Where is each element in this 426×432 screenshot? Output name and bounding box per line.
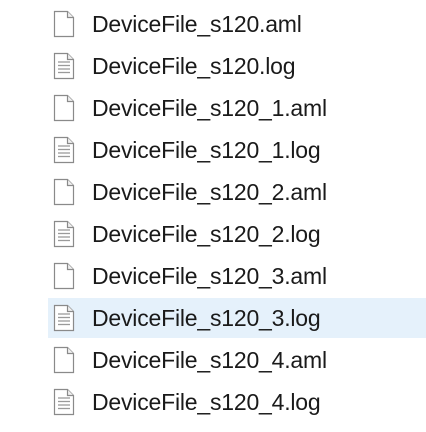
file-row[interactable]: DeviceFile_s120_4.log: [48, 382, 426, 422]
file-row[interactable]: DeviceFile_s120_1.aml: [48, 88, 426, 128]
file-row[interactable]: DeviceFile_s120_3.aml: [48, 256, 426, 296]
text-file-icon: [52, 220, 76, 248]
blank-file-icon: [52, 346, 76, 374]
text-file-icon: [52, 136, 76, 164]
file-name: DeviceFile_s120_2.log: [92, 221, 321, 247]
file-row[interactable]: DeviceFile_s120.log: [48, 46, 426, 86]
file-list: DeviceFile_s120.aml DeviceFile_s120.log …: [0, 0, 426, 432]
file-row[interactable]: DeviceFile_s120_2.log: [48, 214, 426, 254]
file-name: DeviceFile_s120_3.log: [92, 305, 321, 331]
file-name: DeviceFile_s120.aml: [92, 11, 302, 37]
blank-file-icon: [52, 262, 76, 290]
file-name: DeviceFile_s120_4.aml: [92, 347, 327, 373]
file-row[interactable]: DeviceFile_s120_4.aml: [48, 340, 426, 380]
text-file-icon: [52, 388, 76, 416]
file-row[interactable]: DeviceFile_s120_2.aml: [48, 172, 426, 212]
blank-file-icon: [52, 178, 76, 206]
file-name: DeviceFile_s120_1.aml: [92, 95, 327, 121]
file-name: DeviceFile_s120_2.aml: [92, 179, 327, 205]
text-file-icon: [52, 304, 76, 332]
file-name: DeviceFile_s120.log: [92, 53, 296, 79]
file-name: DeviceFile_s120_4.log: [92, 389, 321, 415]
file-row-hovered[interactable]: DeviceFile_s120_3.log: [48, 298, 426, 338]
file-row[interactable]: DeviceFile_s120.aml: [48, 4, 426, 44]
blank-file-icon: [52, 94, 76, 122]
file-name: DeviceFile_s120_1.log: [92, 137, 321, 163]
file-row[interactable]: DeviceFile_s120_1.log: [48, 130, 426, 170]
file-name: DeviceFile_s120_3.aml: [92, 263, 327, 289]
text-file-icon: [52, 52, 76, 80]
blank-file-icon: [52, 10, 76, 38]
